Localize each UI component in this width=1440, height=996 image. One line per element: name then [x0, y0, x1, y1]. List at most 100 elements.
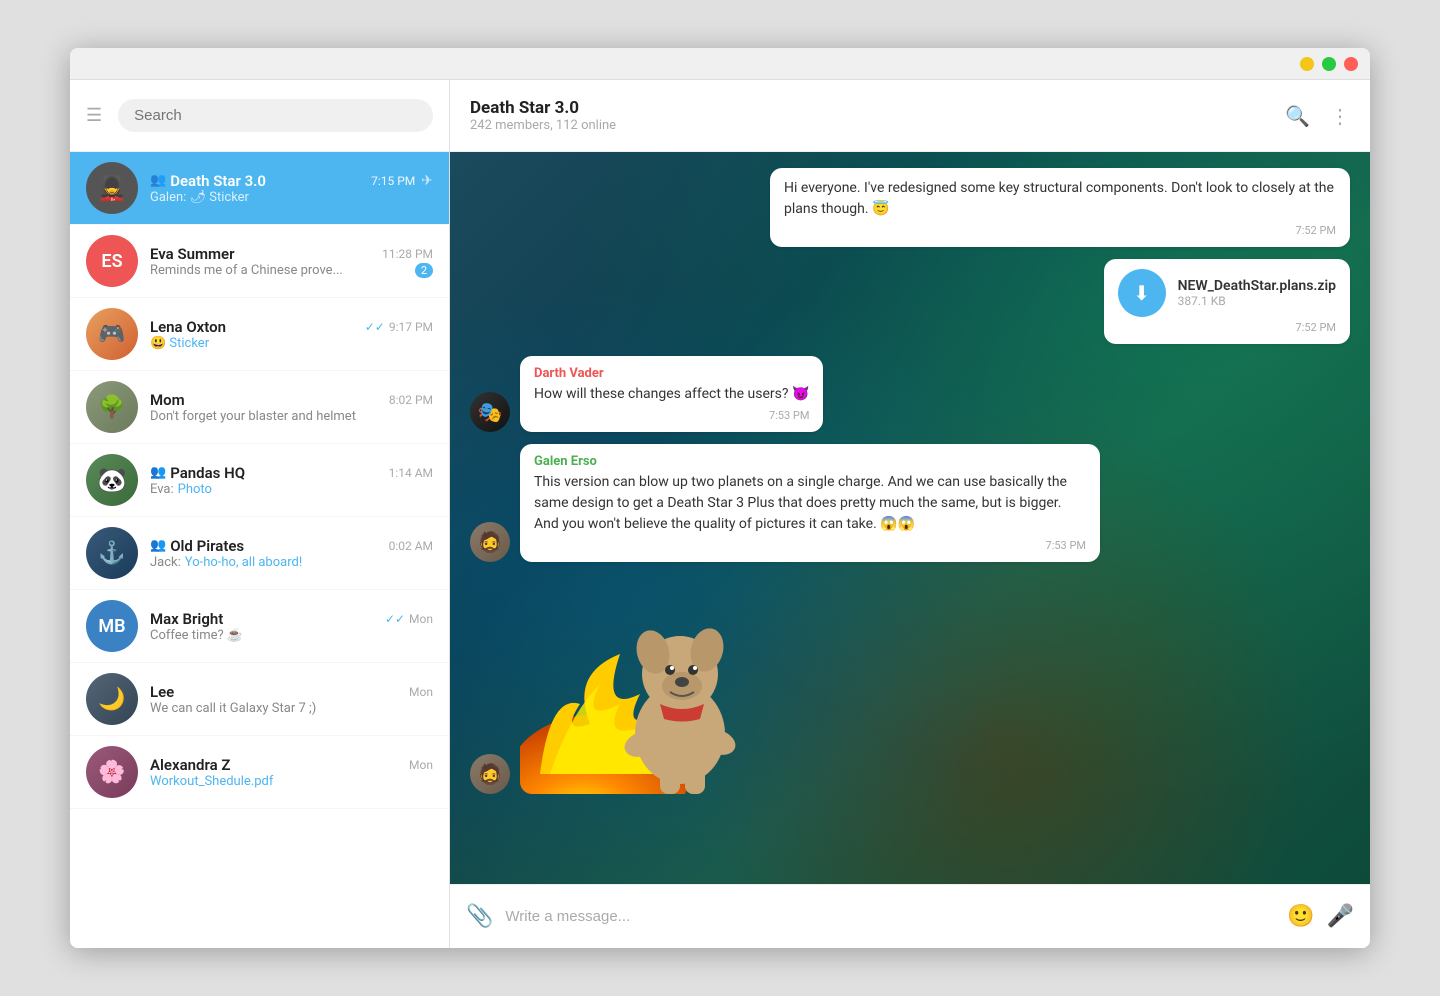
message-input-area: 📎 🙂 🎤 — [450, 884, 1370, 948]
avatar-mom: 🌳 — [86, 381, 138, 433]
group-icon-op: 👥 — [150, 538, 166, 553]
message-time-1: 7:52 PM — [784, 224, 1336, 237]
chat-info-eva: Eva Summer 11:28 PM Reminds me of a Chin… — [150, 245, 433, 278]
menu-icon[interactable]: ☰ — [86, 105, 102, 126]
chat-header-info: Death Star 3.0 242 members, 112 online — [470, 98, 616, 133]
chat-area: Death Star 3.0 242 members, 112 online 🔍… — [450, 80, 1370, 948]
message-bubble-4: Galen Erso This version can blow up two … — [520, 444, 1100, 562]
avatar-max: MB — [86, 600, 138, 652]
avatar-galen: 🧔 — [470, 522, 510, 562]
sent-icon-ds: ✈ — [421, 173, 433, 189]
sidebar: ☰ 💂 👥 Death Star 3.0 7:15 PM — [70, 80, 450, 948]
chat-info-mom: Mom 8:02 PM Don't forget your blaster an… — [150, 391, 433, 424]
chat-item-pirates[interactable]: ⚓ 👥 Old Pirates 0:02 AM Jack: Yo-ho-ho, … — [70, 517, 449, 590]
chat-preview-lena: 😃 Sticker — [150, 336, 433, 351]
message-time-4: 7:53 PM — [534, 539, 1086, 552]
chat-name-lena: Lena Oxton — [150, 318, 226, 336]
search-chat-icon[interactable]: 🔍 — [1285, 104, 1310, 128]
chat-time-lena: 9:17 PM — [389, 320, 433, 334]
chat-title: Death Star 3.0 — [470, 98, 616, 118]
message-row-2: ⬇ NEW_DeathStar.plans.zip 387.1 KB 7:52 … — [470, 259, 1350, 344]
chat-info-lee: Lee Mon We can call it Galaxy Star 7 ;) — [150, 683, 433, 716]
chat-time-mom: 8:02 PM — [389, 393, 433, 407]
chat-name-alexandra: Alexandra Z — [150, 756, 230, 774]
voice-icon[interactable]: 🎤 — [1327, 904, 1354, 929]
sidebar-header: ☰ — [70, 80, 449, 152]
chat-item-eva-summer[interactable]: ES Eva Summer 11:28 PM Reminds me of a C… — [70, 225, 449, 298]
read-icon-max: ✓✓ — [385, 612, 405, 626]
avatar-lee: 🌙 — [86, 673, 138, 725]
chat-name-pirates: 👥 Old Pirates — [150, 537, 244, 555]
file-bubble: ⬇ NEW_DeathStar.plans.zip 387.1 KB — [1118, 269, 1336, 317]
chat-name-death-star: 👥 Death Star 3.0 — [150, 172, 266, 190]
message-row-3: 🎭 Darth Vader How will these changes aff… — [470, 356, 1350, 432]
chat-info-pandas: 👥 Pandas HQ 1:14 AM Eva: Photo — [150, 464, 433, 497]
chat-item-mom[interactable]: 🌳 Mom 8:02 PM Don't forget your blaster … — [70, 371, 449, 444]
chat-info-death-star: 👥 Death Star 3.0 7:15 PM ✈ Galen: 🌶 Stic… — [150, 172, 433, 205]
chat-item-death-star[interactable]: 💂 👥 Death Star 3.0 7:15 PM ✈ — [70, 152, 449, 225]
maximize-button[interactable]: □ — [1322, 57, 1336, 71]
messages-area: Hi everyone. I've redesigned some key st… — [450, 152, 1370, 884]
message-text-3: How will these changes affect the users?… — [534, 384, 809, 405]
chat-time-max: Mon — [409, 612, 433, 626]
chat-info-max: Max Bright ✓✓ Mon Coffee time? ☕ — [150, 610, 433, 643]
emoji-icon[interactable]: 🙂 — [1287, 904, 1314, 929]
close-button[interactable]: × — [1344, 57, 1358, 71]
chat-item-max[interactable]: MB Max Bright ✓✓ Mon Coffee time? ☕ — [70, 590, 449, 663]
chat-time-eva: 11:28 PM — [382, 247, 433, 261]
chat-preview-mom: Don't forget your blaster and helmet — [150, 409, 433, 424]
group-icon-ds: 👥 — [150, 173, 166, 188]
more-options-icon[interactable]: ⋮ — [1330, 104, 1350, 128]
message-sender-galen: Galen Erso — [534, 454, 1086, 469]
chat-item-pandas[interactable]: 🐼 👥 Pandas HQ 1:14 AM Eva: Photo — [70, 444, 449, 517]
app-window: — □ × ☰ 💂 👥 Death Star 3.0 — [70, 48, 1370, 948]
chat-preview-max: Coffee time? ☕ — [150, 628, 433, 643]
message-text-4: This version can blow up two planets on … — [534, 472, 1086, 535]
message-bubble-1: Hi everyone. I've redesigned some key st… — [770, 168, 1350, 247]
chat-item-alexandra[interactable]: 🌸 Alexandra Z Mon Workout_Shedule.pdf — [70, 736, 449, 809]
unread-badge-eva: 2 — [415, 263, 433, 278]
avatar-eva: ES — [86, 235, 138, 287]
minimize-button[interactable]: — — [1300, 57, 1314, 71]
chat-subtitle: 242 members, 112 online — [470, 118, 616, 133]
search-input[interactable] — [118, 99, 433, 132]
chat-info-lena: Lena Oxton ✓✓ 9:17 PM 😃 Sticker — [150, 318, 433, 351]
chat-name-pandas: 👥 Pandas HQ — [150, 464, 245, 482]
message-row-4: 🧔 Galen Erso This version can blow up tw… — [470, 444, 1350, 562]
group-icon-ph: 👥 — [150, 465, 166, 480]
app-body: ☰ 💂 👥 Death Star 3.0 7:15 PM — [70, 80, 1370, 948]
avatar-pirates: ⚓ — [86, 527, 138, 579]
chat-preview-alexandra: Workout_Shedule.pdf — [150, 774, 433, 789]
file-size: 387.1 KB — [1178, 294, 1336, 308]
chat-preview-pandas: Eva: Photo — [150, 482, 433, 497]
chat-preview-pirates: Jack: Yo-ho-ho, all aboard! — [150, 555, 433, 570]
file-download-icon[interactable]: ⬇ — [1118, 269, 1166, 317]
chat-list: 💂 👥 Death Star 3.0 7:15 PM ✈ — [70, 152, 449, 948]
chat-info-alexandra: Alexandra Z Mon Workout_Shedule.pdf — [150, 756, 433, 789]
chat-name-lee: Lee — [150, 683, 174, 701]
chat-name-mom: Mom — [150, 391, 185, 409]
chat-item-lee[interactable]: 🌙 Lee Mon We can call it Galaxy Star 7 ;… — [70, 663, 449, 736]
avatar-death-star: 💂 — [86, 162, 138, 214]
avatar-lena: 🎮 — [86, 308, 138, 360]
chat-time-pirates: 0:02 AM — [389, 539, 433, 553]
read-icon-lena: ✓✓ — [365, 320, 385, 334]
message-time-3: 7:53 PM — [534, 409, 809, 422]
titlebar: — □ × — [70, 48, 1370, 80]
sticker-svg — [520, 574, 760, 794]
attachment-icon[interactable]: 📎 — [466, 904, 493, 929]
sticker-container — [520, 574, 760, 794]
message-bubble-3: Darth Vader How will these changes affec… — [520, 356, 823, 432]
chat-preview-lee: We can call it Galaxy Star 7 ;) — [150, 701, 433, 716]
chat-info-pirates: 👥 Old Pirates 0:02 AM Jack: Yo-ho-ho, al… — [150, 537, 433, 570]
message-input[interactable] — [505, 908, 1275, 925]
file-name: NEW_DeathStar.plans.zip — [1178, 278, 1336, 294]
chat-name-eva: Eva Summer — [150, 245, 235, 263]
chat-item-lena[interactable]: 🎮 Lena Oxton ✓✓ 9:17 PM 😃 Sticker — [70, 298, 449, 371]
avatar-pandas: 🐼 — [86, 454, 138, 506]
message-sender-vader: Darth Vader — [534, 366, 809, 381]
avatar-vader: 🎭 — [470, 392, 510, 432]
avatar-alexandra: 🌸 — [86, 746, 138, 798]
message-text-1: Hi everyone. I've redesigned some key st… — [784, 178, 1336, 220]
messages-content: Hi everyone. I've redesigned some key st… — [470, 168, 1350, 794]
